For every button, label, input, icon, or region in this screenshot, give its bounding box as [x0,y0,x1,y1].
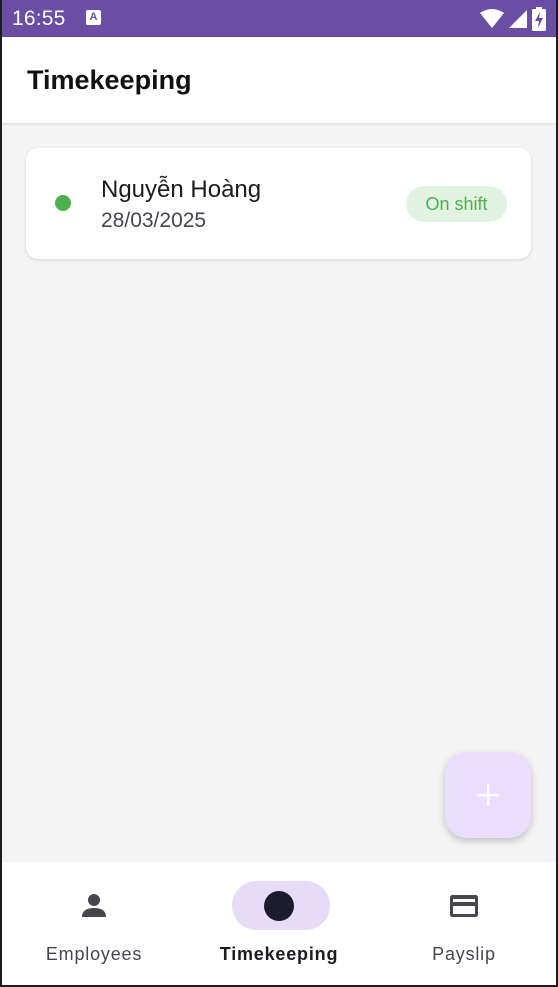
record-date: 28/03/2025 [101,209,207,232]
nav-label-payslip: Payslip [432,944,496,964]
wifi-icon [480,9,504,28]
status-time: 16:55 [12,7,66,30]
card-icon [450,895,478,917]
status-icons [480,7,546,31]
nav-label-employees: Employees [45,944,143,964]
timekeeping-record-card[interactable]: Nguyễn Hoàng 28/03/2025 On shift [26,148,531,259]
status-bar: 16:55 A [2,0,556,37]
battery-charging-icon [532,7,546,31]
nav-item-timekeeping[interactable]: Timekeeping [187,862,371,985]
signal-icon [509,10,527,28]
plus-icon [477,784,499,806]
nav-item-payslip[interactable]: Payslip [372,862,556,985]
add-record-button[interactable] [445,752,531,838]
bottom-navigation: Employees Timekeeping Payslip [2,862,556,985]
status-badge: On shift [406,186,507,222]
circle-icon [264,891,294,921]
top-app-bar: Timekeeping [2,37,556,123]
status-dot-icon [55,195,71,211]
nav-item-employees[interactable]: Employees [2,862,186,985]
notification-app-icon: A [86,10,101,25]
employee-name: Nguyễn Hoàng [101,176,262,203]
person-icon [82,894,106,917]
page-title: Timekeeping [27,65,192,95]
nav-label-timekeeping: Timekeeping [219,944,339,964]
app-screen: 16:55 A Timekeeping Nguyễn Hoàng 28/03/2… [2,0,556,985]
